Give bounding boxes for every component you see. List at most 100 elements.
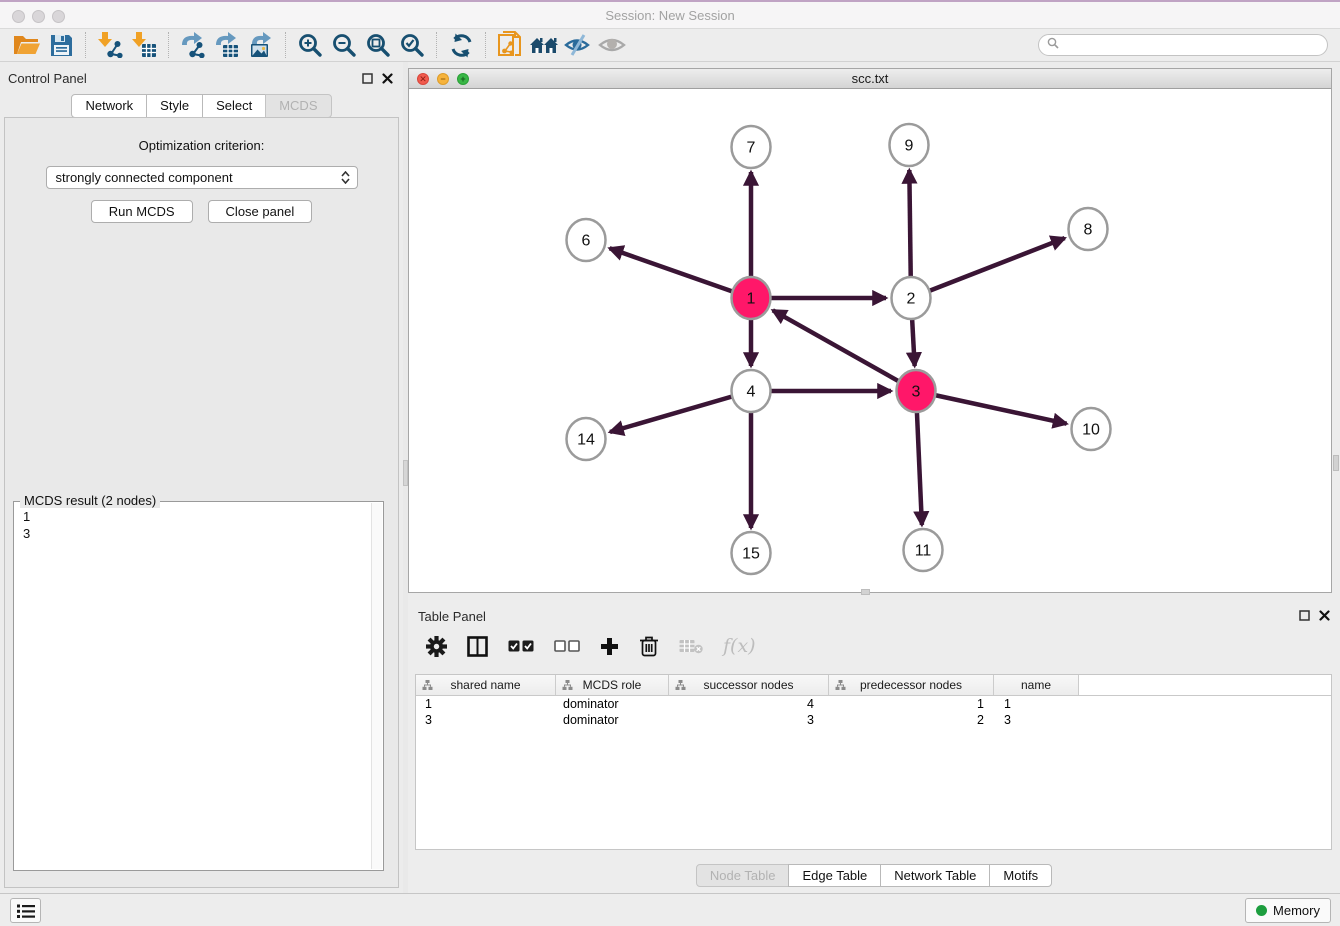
table-toolbar: f(x) <box>408 626 1340 666</box>
hide-selected-icon[interactable] <box>561 30 595 60</box>
table-settings-icon[interactable] <box>426 636 447 657</box>
import-table-icon[interactable] <box>127 30 161 60</box>
control-panel: Control Panel NetworkStyleSelectMCDS Opt… <box>0 62 403 893</box>
float-table-panel-icon[interactable] <box>1299 608 1310 626</box>
table-header-row: shared nameMCDS rolesuccessor nodesprede… <box>416 675 1331 696</box>
tab-network[interactable]: Network <box>71 94 147 118</box>
optimization-criterion-label: Optimization criterion: <box>5 138 398 153</box>
table-tabs: Node TableEdge TableNetwork TableMotifs <box>408 864 1340 887</box>
tab-select[interactable]: Select <box>202 94 266 118</box>
toolbar-separator <box>436 32 437 58</box>
mcds-result-box: MCDS result (2 nodes) 13 <box>13 501 384 871</box>
graph-edge-2-8[interactable] <box>911 238 1065 298</box>
delete-column-icon[interactable] <box>639 635 659 657</box>
network-canvas[interactable]: 1234678910111415 <box>410 90 1330 591</box>
list-icon <box>17 903 35 919</box>
node-table[interactable]: shared nameMCDS rolesuccessor nodesprede… <box>415 674 1332 850</box>
network-right-resize-handle[interactable] <box>1333 455 1339 471</box>
column-header-shared-name[interactable]: shared name <box>416 675 556 695</box>
open-session-icon[interactable] <box>10 30 44 60</box>
graph-edge-1-6[interactable] <box>610 248 751 298</box>
add-column-icon[interactable] <box>600 637 619 656</box>
save-session-icon[interactable] <box>44 30 78 60</box>
mcds-result-item: 3 <box>23 525 362 542</box>
column-header-predecessor-nodes[interactable]: predecessor nodes <box>829 675 994 695</box>
window-title: Session: New Session <box>0 2 1340 29</box>
column-header-name[interactable]: name <box>994 675 1079 695</box>
graph-node-label-4: 4 <box>747 384 756 401</box>
network-bottom-resize-handle[interactable] <box>861 589 870 595</box>
graph-node-label-14: 14 <box>577 432 595 449</box>
import-network-icon[interactable] <box>93 30 127 60</box>
close-window-button[interactable] <box>12 10 25 23</box>
graph-node-label-3: 3 <box>912 384 921 401</box>
graph-edge-3-10[interactable] <box>916 391 1067 424</box>
zoom-window-button[interactable] <box>52 10 65 23</box>
export-network-icon[interactable] <box>176 30 210 60</box>
mcds-result-list: 13 <box>15 503 370 869</box>
toolbar-separator <box>168 32 169 58</box>
zoom-out-icon[interactable] <box>327 30 361 60</box>
criterion-dropdown[interactable]: strongly connected component <box>46 166 358 189</box>
result-scrollbar[interactable] <box>371 503 382 869</box>
select-all-columns-icon[interactable] <box>508 640 534 652</box>
network-graph: 1234678910111415 <box>410 90 1332 593</box>
close-table-panel-icon[interactable] <box>1319 608 1330 626</box>
table-cell: 3 <box>416 712 556 728</box>
show-all-icon <box>595 30 629 60</box>
table-body: 1dominator4113dominator323 <box>416 696 1331 728</box>
zoom-in-icon[interactable] <box>293 30 327 60</box>
control-panel-title: Control Panel <box>8 71 87 86</box>
refresh-layout-icon[interactable] <box>444 30 478 60</box>
table-cell: dominator <box>556 696 669 712</box>
close-panel-button[interactable]: Close panel <box>208 200 313 223</box>
search-icon <box>1047 36 1059 54</box>
deselect-all-columns-icon[interactable] <box>554 640 580 652</box>
graph-edge-4-14[interactable] <box>610 391 751 432</box>
tab-motifs[interactable]: Motifs <box>989 864 1052 887</box>
search-field[interactable] <box>1038 34 1328 56</box>
table-panel: Table Panel <box>408 600 1340 893</box>
memory-button[interactable]: Memory <box>1245 898 1331 923</box>
tab-edge-table[interactable]: Edge Table <box>788 864 881 887</box>
network-minimize-button[interactable]: − <box>437 73 449 85</box>
dropdown-stepper-icon <box>339 169 353 186</box>
network-close-button[interactable]: ✕ <box>417 73 429 85</box>
graph-edge-3-1[interactable] <box>773 310 916 391</box>
search-input[interactable] <box>1064 38 1319 52</box>
split-view-icon[interactable] <box>467 636 488 657</box>
minimize-window-button[interactable] <box>32 10 45 23</box>
zoom-fit-icon[interactable] <box>361 30 395 60</box>
task-history-button[interactable] <box>10 898 41 923</box>
close-panel-icon[interactable] <box>382 71 393 89</box>
window-titlebar: Session: New Session <box>0 0 1340 29</box>
network-window-titlebar[interactable]: ✕ − + scc.txt <box>409 69 1331 89</box>
network-zoom-button[interactable]: + <box>457 73 469 85</box>
delete-table-icon <box>679 639 703 654</box>
toolbar-separator <box>285 32 286 58</box>
network-window-title: scc.txt <box>409 69 1331 88</box>
clone-network-icon[interactable] <box>493 30 527 60</box>
tab-style[interactable]: Style <box>146 94 203 118</box>
status-bar: Memory <box>0 893 1340 926</box>
tab-mcds[interactable]: MCDS <box>265 94 331 118</box>
graph-node-label-6: 6 <box>582 233 591 250</box>
column-header-successor-nodes[interactable]: successor nodes <box>669 675 829 695</box>
export-table-icon[interactable] <box>210 30 244 60</box>
zoom-selected-icon[interactable] <box>395 30 429 60</box>
tab-network-table[interactable]: Network Table <box>880 864 990 887</box>
column-header-MCDS-role[interactable]: MCDS role <box>556 675 669 695</box>
first-neighbors-icon[interactable] <box>527 30 561 60</box>
table-row[interactable]: 3dominator323 <box>416 712 1331 728</box>
criterion-dropdown-value: strongly connected component <box>56 170 233 185</box>
float-panel-icon[interactable] <box>362 71 373 89</box>
run-mcds-button[interactable]: Run MCDS <box>91 200 193 223</box>
table-row[interactable]: 1dominator411 <box>416 696 1331 712</box>
mcds-panel: Optimization criterion: strongly connect… <box>4 117 399 888</box>
tab-node-table[interactable]: Node Table <box>696 864 790 887</box>
graph-node-label-1: 1 <box>747 291 756 308</box>
function-builder-icon: f(x) <box>723 635 756 657</box>
export-image-icon[interactable] <box>244 30 278 60</box>
graph-node-label-2: 2 <box>907 291 916 308</box>
table-cell: 2 <box>829 712 994 728</box>
